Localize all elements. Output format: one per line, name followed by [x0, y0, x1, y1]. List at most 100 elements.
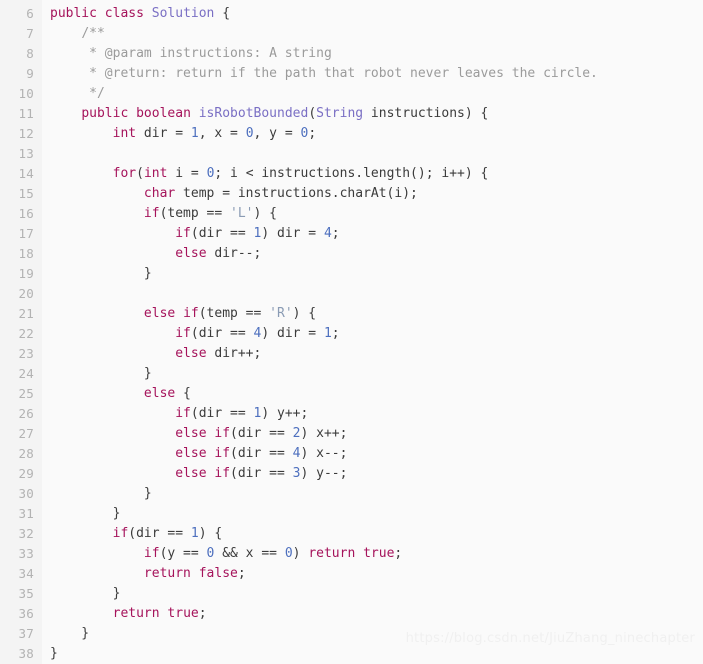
code-line[interactable]: 7 /**: [0, 24, 703, 44]
line-content[interactable]: for(int i = 0; i < instructions.length()…: [42, 164, 489, 184]
line-content[interactable]: }: [42, 584, 121, 604]
token-plain: ; i < instructions.length(); i++) {: [214, 166, 489, 181]
line-content[interactable]: */: [42, 84, 105, 104]
line-number: 14: [18, 166, 34, 181]
line-content[interactable]: int dir = 1, x = 0, y = 0;: [42, 124, 317, 144]
token-num: 0: [245, 126, 254, 141]
line-number: 20: [18, 286, 34, 301]
line-content[interactable]: }: [42, 484, 152, 504]
line-content[interactable]: return true;: [42, 604, 207, 624]
code-line[interactable]: 19 }: [0, 264, 703, 284]
line-content[interactable]: * @param instructions: A string: [42, 44, 332, 64]
line-content[interactable]: }: [42, 624, 89, 644]
code-line[interactable]: 8 * @param instructions: A string: [0, 44, 703, 64]
line-number: 32: [18, 526, 34, 541]
code-line[interactable]: 15 char temp = instructions.charAt(i);: [0, 184, 703, 204]
code-line[interactable]: 16 if(temp == 'L') {: [0, 204, 703, 224]
code-line[interactable]: 33 if(y == 0 && x == 0) return true;: [0, 544, 703, 564]
token-kw: if: [175, 406, 191, 421]
line-content[interactable]: if(dir == 1) dir = 4;: [42, 224, 339, 244]
code-line[interactable]: 29 else if(dir == 3) y--;: [0, 464, 703, 484]
line-content[interactable]: }: [42, 504, 121, 524]
line-content[interactable]: public class Solution {: [42, 4, 230, 24]
line-content[interactable]: else if(dir == 2) x++;: [42, 424, 347, 444]
line-number: 38: [18, 646, 34, 661]
code-line[interactable]: 20: [0, 284, 703, 304]
code-line[interactable]: 24 }: [0, 364, 703, 384]
line-content[interactable]: }: [42, 364, 152, 384]
token-plain: dir--;: [206, 246, 262, 261]
token-plain: ) x--;: [300, 446, 348, 461]
line-number: 35: [18, 586, 34, 601]
code-line[interactable]: 18 else dir--;: [0, 244, 703, 264]
token-plain: }: [50, 646, 58, 661]
code-line[interactable]: 26 if(dir == 1) y++;: [0, 404, 703, 424]
code-line[interactable]: 17 if(dir == 1) dir = 4;: [0, 224, 703, 244]
code-line[interactable]: 35 }: [0, 584, 703, 604]
code-lines-container[interactable]: 6 public class Solution {7 /** 8 * @param …: [0, 0, 703, 664]
token-plain: , x =: [198, 126, 246, 141]
code-line[interactable]: 21 else if(temp == 'R') {: [0, 304, 703, 324]
code-viewer[interactable]: 6 public class Solution {7 /** 8 * @param …: [0, 0, 703, 664]
code-line[interactable]: 12 int dir = 1, x = 0, y = 0;: [0, 124, 703, 144]
line-content[interactable]: else dir--;: [42, 244, 261, 264]
line-content[interactable]: if(dir == 1) y++;: [42, 404, 308, 424]
code-line[interactable]: 13: [0, 144, 703, 164]
code-line[interactable]: 6 public class Solution {: [0, 4, 703, 24]
token-kw: else: [175, 246, 207, 261]
token-kw: if: [143, 206, 160, 221]
token-plain: }: [50, 486, 152, 501]
token-plain: (dir ==: [230, 426, 293, 441]
code-line[interactable]: 9 * @return: return if the path that rob…: [0, 64, 703, 84]
token-plain: && x ==: [214, 546, 285, 561]
token-str: 'L': [230, 206, 254, 221]
code-line[interactable]: 22 if(dir == 4) dir = 1;: [0, 324, 703, 344]
code-line[interactable]: 11 public boolean isRobotBounded(String …: [0, 104, 703, 124]
line-content[interactable]: * @return: return if the path that robot…: [42, 64, 598, 84]
code-line[interactable]: 27 else if(dir == 2) x++;: [0, 424, 703, 444]
line-content[interactable]: else if(dir == 4) x--;: [42, 444, 347, 464]
line-content[interactable]: }: [42, 644, 58, 664]
line-content[interactable]: else if(temp == 'R') {: [42, 304, 316, 324]
line-content[interactable]: char temp = instructions.charAt(i);: [42, 184, 418, 204]
code-line[interactable]: 28 else if(dir == 4) x--;: [0, 444, 703, 464]
line-number: 21: [18, 306, 34, 321]
code-line[interactable]: 25 else {: [0, 384, 703, 404]
line-content[interactable]: /**: [42, 24, 104, 44]
code-line[interactable]: 31 }: [0, 504, 703, 524]
line-number: 19: [18, 266, 34, 281]
code-line[interactable]: 14 for(int i = 0; i < instructions.lengt…: [0, 164, 703, 184]
token-plain: }: [50, 266, 152, 281]
token-kw: return: [143, 566, 191, 581]
token-kw: char: [143, 186, 176, 201]
line-content[interactable]: if(dir == 4) dir = 1;: [42, 324, 339, 344]
code-line[interactable]: 23 else dir++;: [0, 344, 703, 364]
line-content[interactable]: else dir++;: [42, 344, 261, 364]
line-content[interactable]: public boolean isRobotBounded(String ins…: [42, 104, 488, 124]
line-content[interactable]: }: [42, 264, 152, 284]
line-content[interactable]: if(temp == 'L') {: [42, 204, 277, 224]
code-line[interactable]: 32 if(dir == 1) {: [0, 524, 703, 544]
code-line[interactable]: 30 }: [0, 484, 703, 504]
code-line[interactable]: 38}: [0, 644, 703, 664]
line-content[interactable]: return false;: [42, 564, 246, 584]
code-line[interactable]: 34 return false;: [0, 564, 703, 584]
code-line[interactable]: 37 }: [0, 624, 703, 644]
token-cmt: * @param instructions: A string: [89, 46, 332, 61]
line-content[interactable]: else {: [42, 384, 191, 404]
line-content[interactable]: if(y == 0 && x == 0) return true;: [42, 544, 402, 564]
code-line[interactable]: 10 */: [0, 84, 703, 104]
token-kw: int: [143, 166, 168, 181]
code-line[interactable]: 36 return true;: [0, 604, 703, 624]
token-kw: class: [104, 6, 144, 21]
line-content[interactable]: if(dir == 1) {: [42, 524, 223, 544]
line-number: 13: [18, 146, 34, 161]
line-content[interactable]: else if(dir == 3) y--;: [42, 464, 347, 484]
token-plain: (dir ==: [230, 466, 293, 481]
